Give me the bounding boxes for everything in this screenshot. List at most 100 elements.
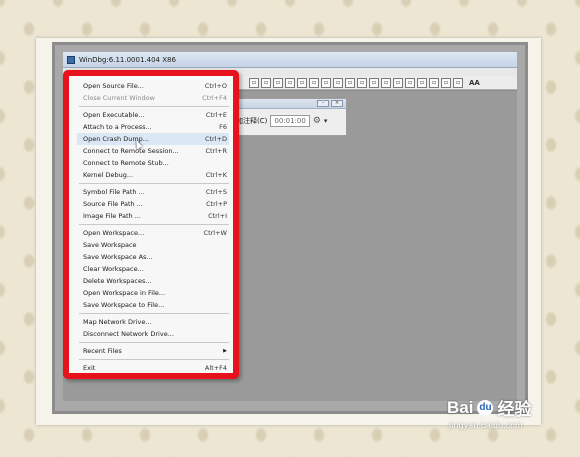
toolbar-button[interactable]: ▫: [321, 77, 331, 88]
menu-item-shortcut: Ctrl+F4: [202, 94, 227, 102]
menu-item-label: Save Workspace: [83, 241, 137, 249]
menu-item-label: Connect to Remote Session...: [83, 147, 179, 155]
submenu-arrow-icon: ▶: [223, 348, 227, 354]
menu-item-label: Delete Workspaces...: [83, 277, 152, 285]
menu-item-shortcut: Ctrl+S: [205, 188, 227, 196]
menu-item-shortcut: Ctrl+P: [206, 200, 227, 208]
menu-item-shortcut: Ctrl+O: [204, 82, 227, 90]
watermark-brand-text: Bai: [447, 397, 474, 417]
toolbar-button[interactable]: ▫: [345, 77, 355, 88]
menu-item-label: Exit: [83, 364, 96, 372]
recorder-panel: – × 加注释(C) 00:01:00 ⚙ ▾: [225, 98, 347, 136]
recorder-panel-body: 加注释(C) 00:01:00 ⚙ ▾: [226, 109, 346, 127]
watermark-site: jingyan.baidu.com: [449, 421, 523, 430]
watermark-brand-suffix: 经验: [497, 400, 532, 419]
file-menu: Open Source File... Ctrl+O Close Current W…: [77, 80, 229, 374]
toolbar-button[interactable]: ▫: [441, 77, 451, 88]
menu-separator: [79, 359, 229, 360]
toolbar-button[interactable]: ▫: [417, 77, 427, 88]
menu-item-recent-files[interactable]: Recent Files ▶: [77, 345, 229, 357]
menu-item-label: Source File Path ...: [83, 200, 143, 208]
menu-item-label: Symbol File Path ...: [83, 188, 145, 196]
toolbar-button[interactable]: ▫: [261, 77, 271, 88]
toolbar-button[interactable]: ▫: [333, 77, 343, 88]
menu-item-close-current-window[interactable]: Close Current Window Ctrl+F4: [77, 92, 229, 104]
close-icon[interactable]: ×: [331, 100, 343, 107]
menu-item-disconnect-network-drive[interactable]: Disconnect Network Drive...: [77, 328, 229, 340]
menu-item-shortcut: Ctrl+R: [205, 147, 227, 155]
menu-item-label: Open Executable...: [83, 111, 145, 119]
menu-item-save-workspace-to-file[interactable]: Save Workspace to File...: [77, 299, 229, 311]
file-menu-highlight: Open Source File... Ctrl+O Close Current W…: [63, 70, 239, 379]
menu-item-open-source-file[interactable]: Open Source File... Ctrl+O: [77, 80, 229, 92]
toolbar-button[interactable]: ▫: [369, 77, 379, 88]
timer-field[interactable]: 00:01:00: [270, 115, 310, 127]
window-title: WinDbg:6.11.0001.404 X86: [79, 55, 176, 64]
menu-item-source-file-path[interactable]: Source File Path ... Ctrl+P: [77, 198, 229, 210]
toolbar-button[interactable]: ▫: [429, 77, 439, 88]
menu-item-attach-to-a-process[interactable]: Attach to a Process... F6: [77, 121, 229, 133]
baidu-paw-icon: du: [477, 399, 494, 416]
menu-item-label: Open Workspace in File...: [83, 289, 166, 297]
chevron-down-icon[interactable]: ▾: [324, 117, 328, 125]
menu-item-open-executable[interactable]: Open Executable... Ctrl+E: [77, 109, 229, 121]
toolbar-button[interactable]: ▫: [357, 77, 367, 88]
menu-item-clear-workspace[interactable]: Clear Workspace...: [77, 263, 229, 275]
toolbar-button[interactable]: ▫: [297, 77, 307, 88]
menu-item-label: Open Workspace...: [83, 229, 145, 237]
toolbar-button[interactable]: ▫: [249, 77, 259, 88]
menu-item-exit[interactable]: Exit Alt+F4: [77, 362, 229, 374]
menu-separator: [79, 342, 229, 343]
menu-item-label: Kernel Debug...: [83, 171, 134, 179]
recorder-panel-titlebar[interactable]: – ×: [226, 99, 346, 109]
font-size-button[interactable]: AA: [469, 79, 480, 87]
windbg-app-icon: [67, 55, 75, 64]
toolbar-button[interactable]: ▫: [285, 77, 295, 88]
menu-item-connect-to-remote-session[interactable]: Connect to Remote Session... Ctrl+R: [77, 145, 229, 157]
toolbar-button[interactable]: ▫: [309, 77, 319, 88]
menu-item-label: Save Workspace As...: [83, 253, 153, 261]
menu-item-save-workspace-as[interactable]: Save Workspace As...: [77, 251, 229, 263]
menu-item-label: Image File Path ...: [83, 212, 141, 220]
menu-item-shortcut: Ctrl+E: [205, 111, 227, 119]
menu-item-label: Connect to Remote Stub...: [83, 159, 169, 167]
minimize-icon[interactable]: –: [317, 100, 329, 107]
menu-item-open-workspace-in-file[interactable]: Open Workspace in File...: [77, 287, 229, 299]
menu-item-shortcut: Ctrl+D: [204, 135, 227, 143]
baidu-jingyan-watermark: Bai du 经验 jingyan.baidu.com: [447, 395, 531, 431]
menu-item-shortcut: F6: [219, 123, 227, 131]
menu-item-map-network-drive[interactable]: Map Network Drive...: [77, 316, 229, 328]
settings-icon[interactable]: ⚙: [313, 116, 321, 126]
menu-item-open-crash-dump[interactable]: Open Crash Dump... Ctrl+D: [77, 133, 229, 145]
menu-item-label: Save Workspace to File...: [83, 301, 165, 309]
menu-item-connect-to-remote-stub[interactable]: Connect to Remote Stub...: [77, 157, 229, 169]
toolbar-button[interactable]: ▫: [393, 77, 403, 88]
menu-item-shortcut: Ctrl+I: [208, 212, 227, 220]
watermark-brand: Bai du 经验: [447, 395, 531, 420]
menu-item-image-file-path[interactable]: Image File Path ... Ctrl+I: [77, 210, 229, 222]
menu-item-delete-workspaces[interactable]: Delete Workspaces...: [77, 275, 229, 287]
menu-separator: [79, 224, 229, 225]
menu-item-label: Close Current Window: [83, 94, 155, 102]
menu-item-kernel-debug[interactable]: Kernel Debug... Ctrl+K: [77, 169, 229, 181]
menu-item-label: Map Network Drive...: [83, 318, 152, 326]
menu-item-label: Open Source File...: [83, 82, 144, 90]
title-bar[interactable]: WinDbg:6.11.0001.404 X86: [63, 52, 517, 68]
menu-separator: [79, 183, 229, 184]
menu-separator: [79, 106, 229, 107]
toolbar-button[interactable]: ▫: [405, 77, 415, 88]
menu-item-shortcut: Alt+F4: [204, 364, 227, 372]
menu-item-label: Recent Files: [83, 347, 122, 355]
toolbar-button[interactable]: ▫: [273, 77, 283, 88]
menu-item-shortcut: Ctrl+W: [203, 229, 227, 237]
toolbar-button[interactable]: ▫: [381, 77, 391, 88]
toolbar-button[interactable]: ▫: [453, 77, 463, 88]
annotate-label[interactable]: 加注释(C): [236, 116, 267, 126]
menu-item-symbol-file-path[interactable]: Symbol File Path ... Ctrl+S: [77, 186, 229, 198]
menu-separator: [79, 313, 229, 314]
menu-item-label: Disconnect Network Drive...: [83, 330, 174, 338]
menu-item-shortcut: Ctrl+K: [205, 171, 227, 179]
menu-item-open-workspace[interactable]: Open Workspace... Ctrl+W: [77, 227, 229, 239]
menu-item-save-workspace[interactable]: Save Workspace: [77, 239, 229, 251]
menu-item-label: Clear Workspace...: [83, 265, 144, 273]
